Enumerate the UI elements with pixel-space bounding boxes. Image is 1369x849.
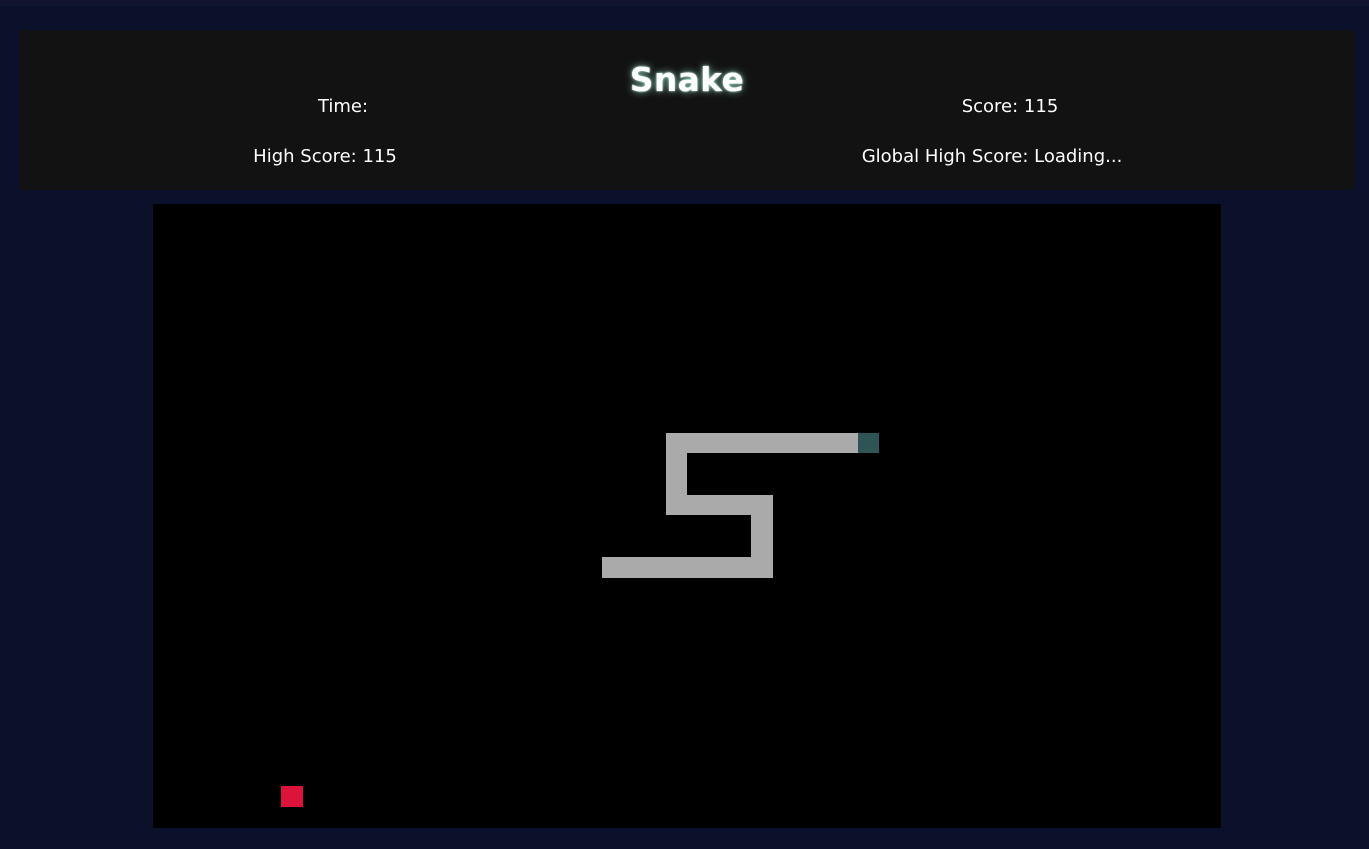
- scoreboard-header: Snake Time: Score: 115 High Score: 115 G…: [20, 30, 1354, 190]
- snake-body-segment: [602, 557, 773, 578]
- snake-body-segment: [666, 433, 858, 453]
- game-title: Snake: [629, 60, 745, 99]
- food-pellet: [281, 786, 303, 807]
- score-label: Score: 115: [961, 96, 1059, 117]
- game-window: Snake Time: Score: 115 High Score: 115 G…: [0, 0, 1369, 849]
- time-label: Time:: [317, 96, 369, 117]
- high-score-label: High Score: 115: [253, 146, 397, 167]
- snake-head: [858, 433, 879, 453]
- global-high-score-label: Global High Score: Loading...: [861, 146, 1123, 167]
- game-board[interactable]: [153, 204, 1221, 828]
